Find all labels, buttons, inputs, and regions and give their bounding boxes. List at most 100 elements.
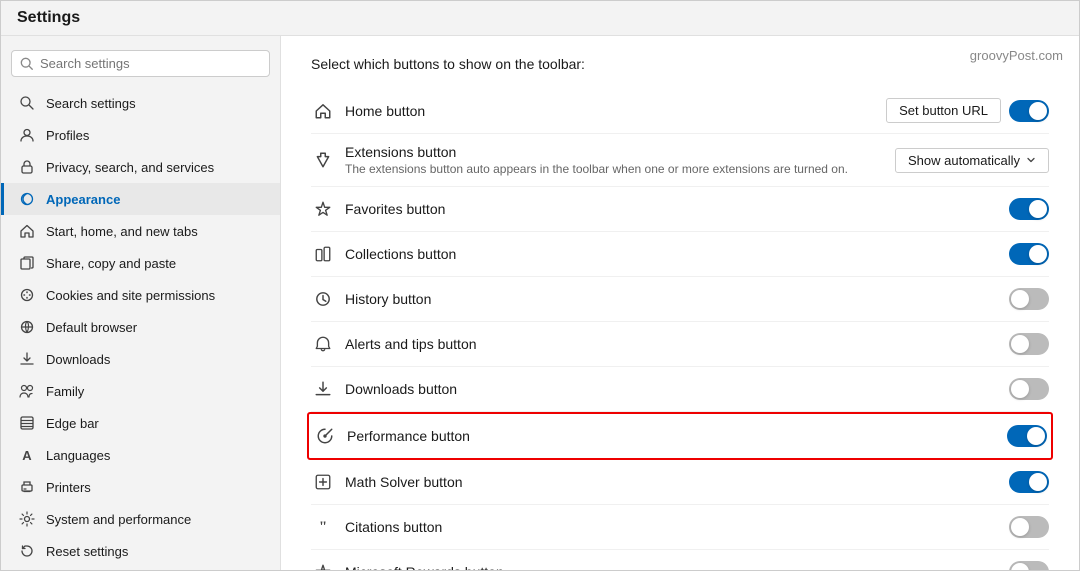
default-browser-icon: [18, 318, 36, 336]
sidebar-item-system[interactable]: System and performance: [1, 503, 280, 535]
sidebar-item-phone[interactable]: Phone and other devices: [1, 567, 280, 570]
performance-button-toggle[interactable]: [1007, 425, 1047, 447]
appearance-icon: [18, 190, 36, 208]
sidebar-label-default-browser: Default browser: [46, 320, 137, 335]
home-button-label: Home button: [345, 103, 876, 119]
extensions-button-row: Extensions button The extensions button …: [311, 134, 1049, 187]
downloads-button-row: Downloads button: [311, 367, 1049, 412]
sidebar-item-default-browser[interactable]: Default browser: [1, 311, 280, 343]
collections-button-control: [1009, 243, 1049, 265]
alerts-button-row: Alerts and tips button: [311, 322, 1049, 367]
performance-button-icon: [313, 424, 337, 448]
search-icon: [20, 57, 34, 71]
downloads-button-control: [1009, 378, 1049, 400]
alerts-button-control: [1009, 333, 1049, 355]
system-icon: [18, 510, 36, 528]
extensions-button-sub: The extensions button auto appears in th…: [345, 162, 885, 176]
microsoft-rewards-button-control: [1009, 561, 1049, 570]
history-button-control: [1009, 288, 1049, 310]
citations-button-icon: ": [311, 515, 335, 539]
history-button-toggle[interactable]: [1009, 288, 1049, 310]
citations-button-control: [1009, 516, 1049, 538]
sidebar-item-start-home[interactable]: Start, home, and new tabs: [1, 215, 280, 247]
performance-button-label: Performance button: [347, 428, 997, 444]
languages-icon: A: [18, 446, 36, 464]
sidebar-label-start-home: Start, home, and new tabs: [46, 224, 198, 239]
show-auto-label: Show automatically: [908, 153, 1020, 168]
sidebar-item-privacy[interactable]: Privacy, search, and services: [1, 151, 280, 183]
sidebar-label-downloads: Downloads: [46, 352, 110, 367]
history-button-icon: [311, 287, 335, 311]
sidebar-label-search-settings: Search settings: [46, 96, 136, 111]
sidebar-label-appearance: Appearance: [46, 192, 120, 207]
sidebar-item-downloads[interactable]: Downloads: [1, 343, 280, 375]
sidebar-label-edge-bar: Edge bar: [46, 416, 99, 431]
sidebar-item-search-settings[interactable]: Search settings: [1, 87, 280, 119]
reset-icon: [18, 542, 36, 560]
extensions-button-control: Show automatically: [895, 148, 1049, 173]
history-button-label: History button: [345, 291, 999, 307]
search-box[interactable]: [11, 50, 270, 77]
favorites-button-toggle[interactable]: [1009, 198, 1049, 220]
microsoft-rewards-button-label: Microsoft Rewards button: [345, 564, 999, 570]
search-settings-icon: [18, 94, 36, 112]
content-area: Search settings Profiles Privacy, search…: [1, 36, 1079, 570]
privacy-icon: [18, 158, 36, 176]
sidebar-item-family[interactable]: Family: [1, 375, 280, 407]
sidebar-item-appearance[interactable]: Appearance: [1, 183, 280, 215]
history-button-row: History button: [311, 277, 1049, 322]
home-button-toggle[interactable]: [1009, 100, 1049, 122]
sidebar-item-share-copy[interactable]: Share, copy and paste: [1, 247, 280, 279]
sidebar-item-cookies[interactable]: Cookies and site permissions: [1, 279, 280, 311]
sidebar-label-printers: Printers: [46, 480, 91, 495]
section-title: Select which buttons to show on the tool…: [311, 56, 1049, 72]
downloads-button-icon: [311, 377, 335, 401]
window-title: Settings: [17, 9, 80, 26]
microsoft-rewards-button-toggle[interactable]: [1009, 561, 1049, 570]
set-url-button[interactable]: Set button URL: [886, 98, 1001, 123]
sidebar-label-reset: Reset settings: [46, 544, 128, 559]
citations-button-label: Citations button: [345, 519, 999, 535]
start-home-icon: [18, 222, 36, 240]
edge-bar-icon: [18, 414, 36, 432]
sidebar-label-share-copy: Share, copy and paste: [46, 256, 176, 271]
show-automatically-button[interactable]: Show automatically: [895, 148, 1049, 173]
favorites-button-row: Favorites button: [311, 187, 1049, 232]
microsoft-rewards-button-row: Microsoft Rewards button: [311, 550, 1049, 570]
downloads-button-toggle[interactable]: [1009, 378, 1049, 400]
extensions-button-label: Extensions button: [345, 144, 885, 160]
cookies-icon: [18, 286, 36, 304]
extensions-label-wrap: Extensions button The extensions button …: [345, 144, 885, 176]
alerts-button-label: Alerts and tips button: [345, 336, 999, 352]
home-button-icon: [311, 99, 335, 123]
math-solver-button-row: Math Solver button: [311, 460, 1049, 505]
sidebar-label-privacy: Privacy, search, and services: [46, 160, 214, 175]
collections-button-icon: [311, 242, 335, 266]
sidebar-item-profiles[interactable]: Profiles: [1, 119, 280, 151]
sidebar-label-system: System and performance: [46, 512, 191, 527]
sidebar-label-profiles: Profiles: [46, 128, 89, 143]
watermark: groovyPost.com: [970, 48, 1063, 63]
sidebar-item-edge-bar[interactable]: Edge bar: [1, 407, 280, 439]
sidebar-label-cookies: Cookies and site permissions: [46, 288, 215, 303]
home-button-row: Home button Set button URL: [311, 88, 1049, 134]
citations-button-toggle[interactable]: [1009, 516, 1049, 538]
math-solver-button-icon: [311, 470, 335, 494]
collections-button-row: Collections button: [311, 232, 1049, 277]
downloads-button-label: Downloads button: [345, 381, 999, 397]
sidebar-label-family: Family: [46, 384, 84, 399]
alerts-button-icon: [311, 332, 335, 356]
sidebar: Search settings Profiles Privacy, search…: [1, 36, 281, 570]
search-input[interactable]: [40, 56, 261, 71]
sidebar-item-languages[interactable]: A Languages: [1, 439, 280, 471]
performance-button-control: [1007, 425, 1047, 447]
share-copy-icon: [18, 254, 36, 272]
collections-button-toggle[interactable]: [1009, 243, 1049, 265]
extensions-button-icon: [311, 148, 335, 172]
sidebar-item-reset[interactable]: Reset settings: [1, 535, 280, 567]
alerts-button-toggle[interactable]: [1009, 333, 1049, 355]
sidebar-item-printers[interactable]: Printers: [1, 471, 280, 503]
favorites-button-label: Favorites button: [345, 201, 999, 217]
performance-button-row: Performance button: [307, 412, 1053, 460]
math-solver-button-toggle[interactable]: [1009, 471, 1049, 493]
